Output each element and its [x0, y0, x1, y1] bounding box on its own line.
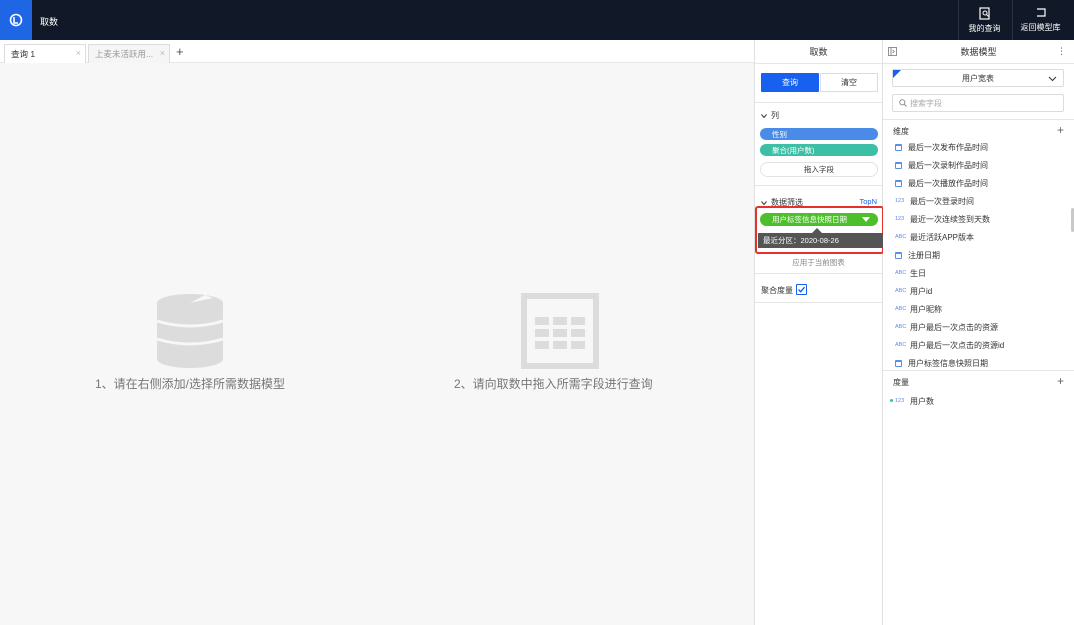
dimension-list: 最后一次发布作品时间 最后一次录制作品时间 最后一次播放作品时间 123 最后一次登录时…: [883, 40, 1071, 368]
back-to-models-button[interactable]: 返回模型库: [1012, 0, 1068, 40]
tab-label: 上麦未活跃用...: [95, 49, 154, 59]
add-tab-button[interactable]: +: [176, 44, 184, 59]
return-icon: [1036, 8, 1046, 17]
field-label: 最后一次登录时间: [910, 196, 974, 206]
caret-down-icon[interactable]: [862, 217, 870, 222]
text-type-icon: ABC: [895, 342, 907, 348]
back-to-models-label: 返回模型库: [1020, 23, 1061, 32]
hint-drag-fields: 2、请向取数中拖入所需字段进行查询: [454, 377, 653, 391]
chevron-down-icon: [761, 113, 767, 118]
text-type-icon: ABC: [895, 234, 907, 240]
field-label: 用户数: [910, 396, 934, 406]
number-type-icon: 123: [895, 198, 905, 204]
my-queries-label: 我的查询: [968, 23, 1001, 33]
text-type-icon: ABC: [895, 324, 907, 330]
divider: [883, 370, 1074, 371]
number-type-icon: 123: [895, 216, 905, 222]
number-type-icon: 123: [895, 398, 905, 404]
aggregate-measure-checkbox[interactable]: [796, 284, 807, 295]
calendar-icon: [895, 251, 902, 259]
partition-tooltip: 最近分区：2020-08-26: [758, 233, 883, 248]
divider: [755, 102, 882, 103]
dimension-field-item[interactable]: 123 最近一次连续签到天数: [895, 210, 990, 228]
top-bar: 取数 我的查询 返回模型库: [0, 0, 1074, 40]
query-tab-bar: 查询 1 × 上麦未活跃用... × +: [0, 40, 754, 63]
database-icon: [156, 294, 224, 368]
field-label: 最后一次录制作品时间: [908, 160, 988, 170]
aggregate-measure-label: 聚合度量: [761, 286, 793, 295]
filter-pill-label: 用户标签信息快照日期: [772, 215, 847, 224]
field-label: 用户标签信息快照日期: [908, 358, 988, 368]
table-icon: [521, 293, 599, 369]
dimension-field-item[interactable]: 用户标签信息快照日期: [895, 354, 988, 368]
calendar-icon: [895, 359, 902, 367]
my-queries-button[interactable]: 我的查询: [958, 0, 1010, 40]
columns-label: 列: [771, 111, 779, 120]
app-logo[interactable]: [0, 0, 32, 40]
columns-section-title[interactable]: 列: [761, 110, 779, 121]
tab-label: 查询 1: [11, 49, 36, 59]
field-label: 用户昵称: [910, 304, 942, 314]
topn-link[interactable]: TopN: [859, 197, 877, 206]
divider: [755, 302, 882, 303]
field-label: 最后一次播放作品时间: [908, 178, 988, 188]
field-label: 用户最后一次点击的资源id: [910, 340, 1005, 350]
dimension-field-item[interactable]: 最后一次录制作品时间: [895, 156, 988, 174]
check-icon: [798, 286, 806, 293]
chevron-down-icon: [761, 200, 767, 205]
dimension-field-item[interactable]: 最后一次播放作品时间: [895, 174, 988, 192]
dimension-field-item[interactable]: ABC 用户昵称: [895, 300, 942, 318]
dimension-field-item[interactable]: ABC 用户最后一次点击的资源: [895, 318, 998, 336]
column-pill-gender[interactable]: 性别: [760, 128, 878, 140]
query-button[interactable]: 查询: [761, 73, 819, 92]
measure-field-item[interactable]: 123 用户数: [890, 392, 934, 410]
query-workspace: 1、请在右侧添加/选择所需数据模型 2、请向取数中拖入所需字段进行查询: [0, 63, 754, 625]
dimension-field-item[interactable]: ABC 最近活跃APP版本: [895, 228, 974, 246]
fetch-panel: 取数 查询 清空 列 性别 聚合(用户数) 拖入字段 数据筛选 TopN 用户标…: [754, 40, 884, 625]
filter-pill-snapshot-date[interactable]: 用户标签信息快照日期: [760, 213, 878, 226]
field-label: 生日: [910, 268, 926, 278]
status-dot: [890, 399, 893, 402]
calendar-icon: [895, 179, 902, 187]
column-drop-zone[interactable]: 拖入字段: [760, 162, 878, 177]
calendar-icon: [895, 161, 902, 169]
app-title: 取数: [40, 17, 59, 27]
divider: [755, 185, 882, 186]
field-label: 用户id: [910, 286, 933, 296]
close-icon[interactable]: ×: [160, 48, 165, 58]
data-model-panel: 数据模型 ⋮ 用户宽表 搜索字段 维度 + 最后一次发布作品时间 最后一次录制作品…: [883, 40, 1074, 625]
divider: [755, 273, 882, 274]
clear-button[interactable]: 清空: [820, 73, 878, 92]
field-label: 最近活跃APP版本: [910, 232, 975, 242]
tab-inactive-users[interactable]: 上麦未活跃用... ×: [88, 44, 170, 63]
apply-to-chart-text[interactable]: 应用于当前图表: [755, 257, 882, 268]
hint-select-model: 1、请在右侧添加/选择所需数据模型: [95, 377, 286, 391]
add-measure-icon[interactable]: +: [1057, 374, 1064, 388]
column-pill-user-count[interactable]: 聚合(用户数): [760, 144, 878, 156]
fetch-panel-title: 取数: [755, 40, 882, 64]
field-label: 注册日期: [908, 250, 940, 260]
field-label: 最后一次发布作品时间: [908, 142, 988, 152]
tab-query-1[interactable]: 查询 1 ×: [4, 44, 86, 63]
dimension-field-item[interactable]: ABC 用户id: [895, 282, 932, 300]
close-icon[interactable]: ×: [76, 48, 81, 58]
dimension-field-item[interactable]: 123 最后一次登录时间: [895, 192, 974, 210]
text-type-icon: ABC: [895, 270, 907, 276]
field-label: 最近一次连续签到天数: [910, 214, 990, 224]
text-type-icon: ABC: [895, 288, 907, 294]
text-type-icon: ABC: [895, 306, 907, 312]
dimension-field-item[interactable]: ABC 用户最后一次点击的资源id: [895, 336, 1004, 354]
field-label: 用户最后一次点击的资源: [910, 322, 998, 332]
measures-title: 度量: [893, 378, 909, 387]
dimension-field-item[interactable]: ABC 生日: [895, 264, 926, 282]
calendar-icon: [895, 143, 902, 151]
logo-icon: [9, 13, 23, 27]
dimension-field-item[interactable]: 最后一次发布作品时间: [895, 138, 988, 156]
dimension-field-item[interactable]: 注册日期: [895, 246, 940, 264]
query-doc-icon: [978, 6, 990, 20]
